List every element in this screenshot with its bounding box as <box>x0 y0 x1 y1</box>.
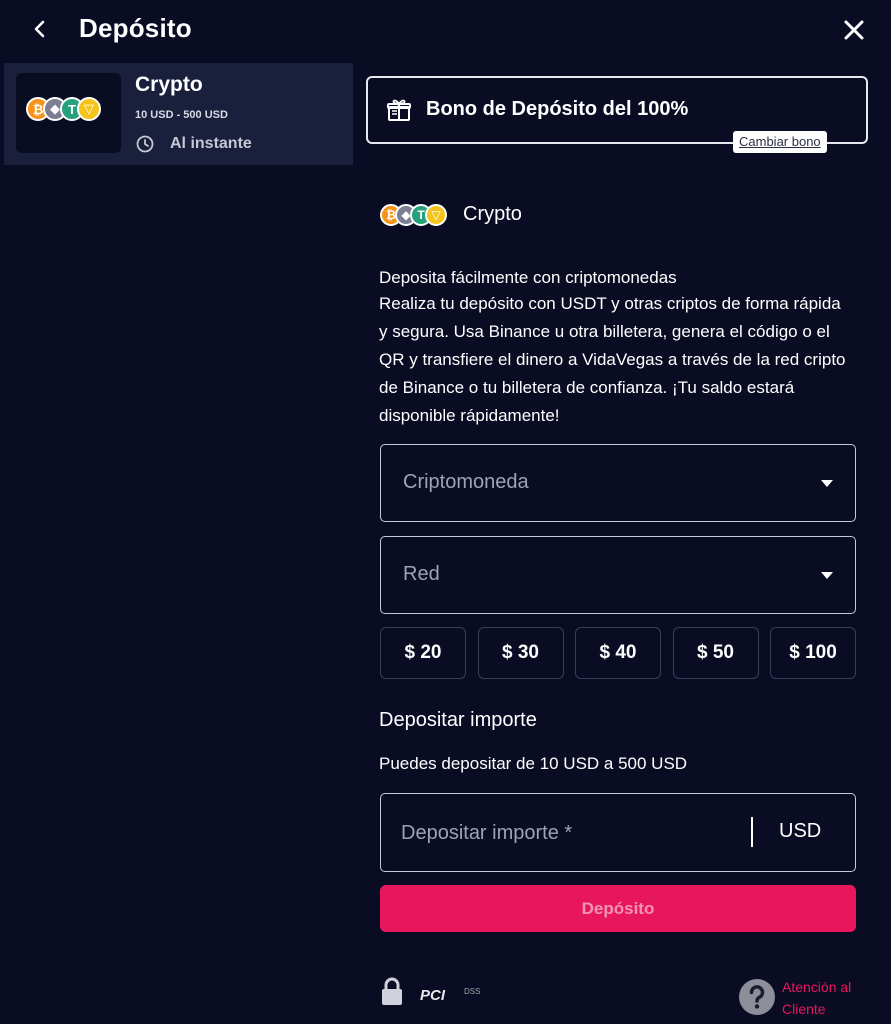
amount-input[interactable] <box>401 814 741 852</box>
coin-group: ₿ ◆ T ▽ <box>26 97 101 121</box>
select-placeholder: Red <box>403 563 440 585</box>
lock-icon <box>382 977 402 1005</box>
payment-method-crypto[interactable]: ₿ ◆ T ▽ Crypto 10 USD - 500 USD Al insta… <box>4 63 353 165</box>
method-name: Crypto <box>135 73 203 96</box>
description-body: Realiza tu depósito con USDT y otras cri… <box>379 294 846 425</box>
customer-support-link[interactable]: Atención al Cliente <box>782 976 872 1020</box>
method-range: 10 USD - 500 USD <box>135 109 228 121</box>
method-speed: Al instante <box>170 135 252 152</box>
help-icon[interactable] <box>738 978 776 1016</box>
amount-chip-50[interactable]: $ 50 <box>672 627 759 679</box>
cryptocurrency-select[interactable]: Criptomoneda <box>380 444 856 522</box>
bonus-label: Bono de Depósito del 100% <box>426 98 689 120</box>
crypto-heading: ₿ ◆ T ▽ Crypto <box>380 203 522 226</box>
amount-hint: Puedes depositar de 10 USD a 500 USD <box>379 754 688 773</box>
amount-chips: $ 20 $ 30 $ 40 $ 50 $ 100 <box>380 627 856 679</box>
change-bonus-link[interactable]: Cambiar bono <box>733 131 827 153</box>
gift-icon <box>387 99 411 121</box>
pci-dss-logo: PCI DSS <box>418 983 490 1009</box>
pci-sub-label: DSS <box>464 987 481 996</box>
field-divider <box>751 817 753 847</box>
clock-icon <box>136 135 154 153</box>
coin-group: ₿ ◆ T ▽ <box>380 203 447 226</box>
close-icon[interactable] <box>842 18 866 42</box>
trx-icon: ▽ <box>77 97 101 121</box>
description-title: Deposita fácilmente con criptomonedas <box>379 268 677 287</box>
amount-chip-100[interactable]: $ 100 <box>770 627 856 679</box>
trx-icon: ▽ <box>425 203 447 226</box>
amount-chip-20[interactable]: $ 20 <box>380 627 466 679</box>
page-title: Depósito <box>79 13 192 43</box>
pci-label: PCI <box>420 987 446 1004</box>
deposit-button[interactable]: Depósito <box>380 885 856 932</box>
header: Depósito <box>0 0 891 58</box>
select-placeholder: Criptomoneda <box>403 471 529 493</box>
amount-chip-30[interactable]: $ 30 <box>477 627 564 679</box>
caret-down-icon <box>821 572 833 579</box>
currency-label: USD <box>779 820 822 842</box>
amount-chip-40[interactable]: $ 40 <box>575 627 661 679</box>
amount-field: USD <box>380 793 856 872</box>
crypto-logo: ₿ ◆ T ▽ <box>16 73 121 153</box>
caret-down-icon <box>821 480 833 487</box>
amount-title: Depositar importe <box>379 709 537 731</box>
chevron-left-icon[interactable] <box>28 17 52 41</box>
network-select[interactable]: Red <box>380 536 856 614</box>
section-title: Crypto <box>463 203 522 225</box>
